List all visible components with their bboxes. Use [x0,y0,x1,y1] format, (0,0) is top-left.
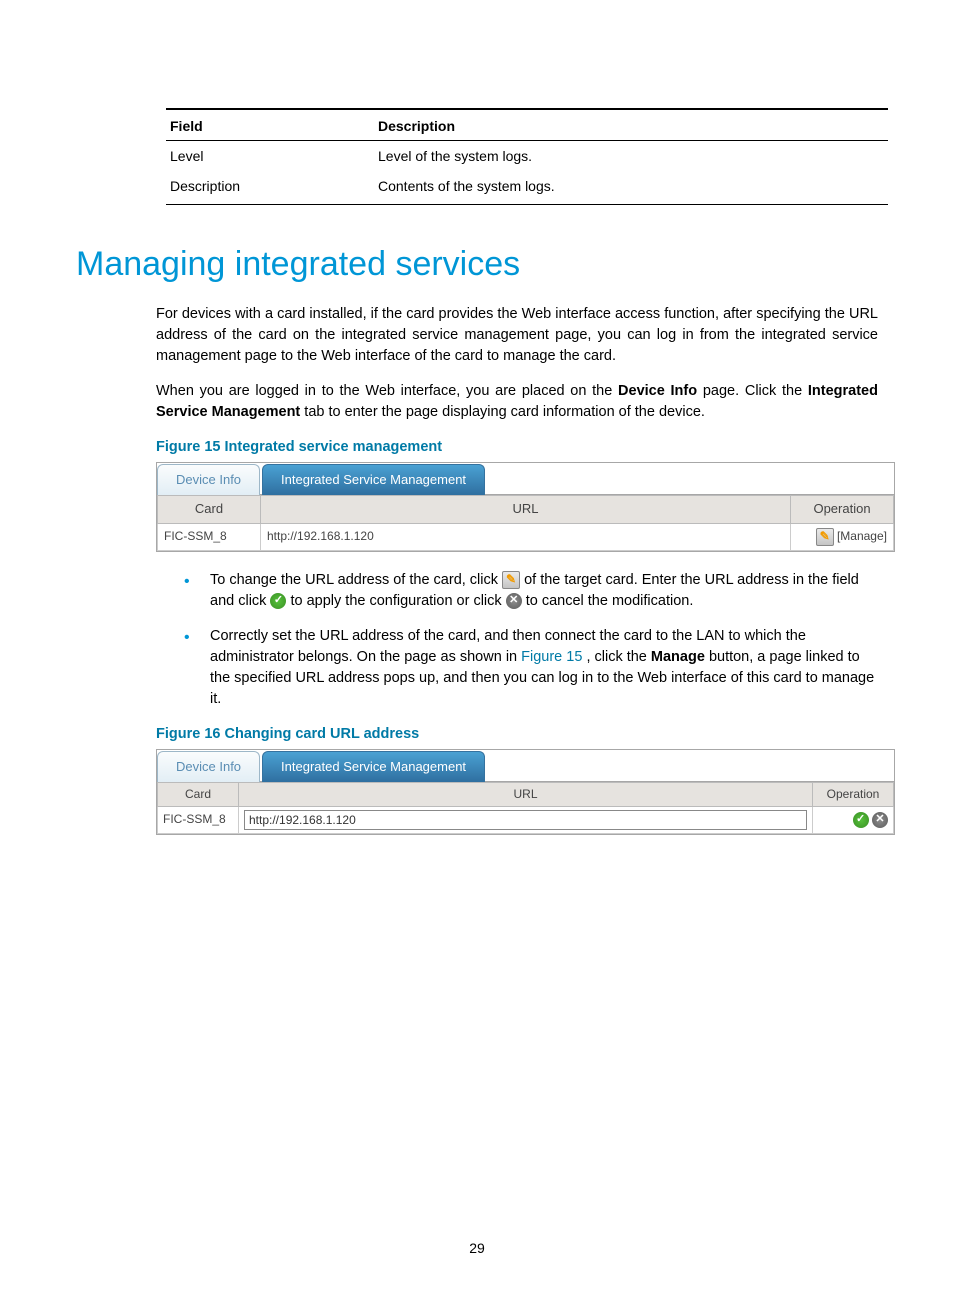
cancel-icon[interactable] [872,812,888,828]
col-header-description: Description [374,109,888,141]
figure-15-screenshot: Device Info Integrated Service Managemen… [156,462,895,552]
cell-card: FIC-SSM_8 [158,807,239,834]
cell-card: FIC-SSM_8 [158,523,261,550]
list-item: To change the URL address of the card, c… [176,570,878,612]
tab-device-info[interactable]: Device Info [157,464,260,495]
cell-field: Description [166,171,374,205]
apply-icon[interactable] [853,812,869,828]
paragraph: When you are logged in to the Web interf… [156,381,878,423]
col-header-card: Card [158,782,239,806]
edit-icon[interactable] [816,528,834,546]
apply-icon [270,593,286,609]
cell-description: Contents of the system logs. [374,171,888,205]
url-input[interactable] [244,810,807,830]
cell-url: http://192.168.1.120 [261,523,791,550]
figure-caption: Figure 16 Changing card URL address [156,724,878,745]
table-row: FIC-SSM_8 [158,807,894,834]
col-header-operation: Operation [791,495,894,523]
field-description-table: Field Description Level Level of the sys… [166,108,888,205]
cancel-icon [506,593,522,609]
col-header-url: URL [261,495,791,523]
card-table: Card URL Operation FIC-SSM_8 http://192.… [157,495,894,551]
cell-field: Level [166,141,374,172]
col-header-field: Field [166,109,374,141]
card-table: Card URL Operation FIC-SSM_8 [157,782,894,834]
tab-device-info[interactable]: Device Info [157,751,260,782]
cell-operation [813,807,894,834]
table-row: Level Level of the system logs. [166,141,888,172]
cell-operation: [Manage] [791,523,894,550]
page-number: 29 [0,1240,954,1256]
tab-integrated-service-management[interactable]: Integrated Service Management [262,751,485,782]
col-header-operation: Operation [813,782,894,806]
col-header-url: URL [239,782,813,806]
col-header-card: Card [158,495,261,523]
tab-integrated-service-management[interactable]: Integrated Service Management [262,464,485,495]
edit-icon [502,571,520,589]
figure-link[interactable]: Figure 15 [521,649,582,665]
section-heading: Managing integrated services [76,245,878,284]
list-item: Correctly set the URL address of the car… [176,626,878,710]
manage-link[interactable]: [Manage] [837,529,887,543]
paragraph: For devices with a card installed, if th… [156,304,878,367]
cell-description: Level of the system logs. [374,141,888,172]
table-row: FIC-SSM_8 http://192.168.1.120 [Manage] [158,523,894,550]
cell-url-edit [239,807,813,834]
figure-caption: Figure 15 Integrated service management [156,437,878,458]
table-row: Description Contents of the system logs. [166,171,888,205]
figure-16-screenshot: Device Info Integrated Service Managemen… [156,749,895,835]
